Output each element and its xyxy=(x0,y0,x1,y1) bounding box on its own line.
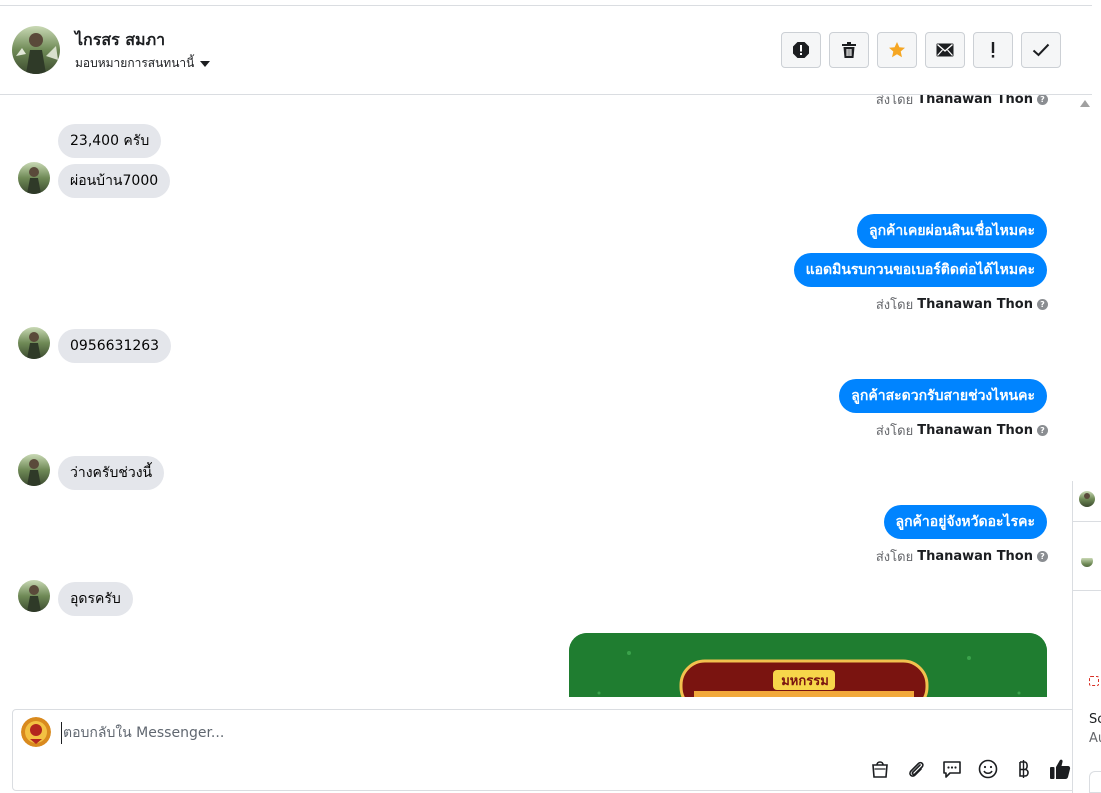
payment-button[interactable] xyxy=(1011,756,1037,782)
report-icon xyxy=(793,42,809,58)
envelope-icon xyxy=(936,43,954,57)
contact-name: ไกรสร สมภา xyxy=(75,30,166,49)
mark-unread-button[interactable] xyxy=(925,32,965,68)
side-text-1: Sc xyxy=(1089,712,1101,727)
saved-replies-button[interactable] xyxy=(939,756,965,782)
incoming-message[interactable]: อุดรครับ xyxy=(58,582,133,616)
shop-button[interactable] xyxy=(867,756,893,782)
saved-reply-icon xyxy=(943,761,961,778)
incoming-message[interactable]: 23,400 ครับ xyxy=(58,124,162,158)
baht-icon xyxy=(1019,760,1029,778)
question-icon[interactable]: ? xyxy=(1037,299,1048,310)
agent-name: Thanawan Thon xyxy=(917,423,1033,438)
bag-icon xyxy=(872,761,888,778)
contact-avatar[interactable] xyxy=(12,26,60,74)
contact-avatar-small xyxy=(18,327,50,359)
side-card-edge xyxy=(1089,771,1101,793)
side-panel-preview[interactable]: Sc Au xyxy=(1072,481,1101,793)
attach-button[interactable] xyxy=(903,756,929,782)
contact-avatar-mini xyxy=(1079,491,1095,507)
mark-done-button[interactable] xyxy=(1021,32,1061,68)
incoming-message[interactable]: ผ่อนบ้าน7000 xyxy=(58,164,171,198)
sent-by-prefix: ส่งโดย xyxy=(875,424,914,439)
reply-composer xyxy=(12,709,1082,791)
agent-name: Thanawan Thon xyxy=(917,549,1033,564)
sent-by-prefix: ส่งโดย xyxy=(875,550,914,565)
app-icon xyxy=(1089,676,1099,686)
header-actions xyxy=(781,32,1061,68)
attach-icon xyxy=(909,761,924,777)
agent-name: Thanawan Thon xyxy=(917,297,1033,312)
like-button[interactable] xyxy=(1047,756,1073,782)
question-icon[interactable]: ? xyxy=(1037,95,1048,105)
contact-avatar-small xyxy=(18,580,50,612)
page-avatar xyxy=(21,717,51,747)
image-attachment[interactable]: มหกรรม xyxy=(569,633,1047,697)
report-spam-button[interactable] xyxy=(781,32,821,68)
scroll-up-arrow-icon[interactable] xyxy=(1080,100,1090,107)
outgoing-message[interactable]: แอดมินรบกวนขอเบอร์ติดต่อได้ไหมคะ xyxy=(793,253,1047,287)
conversation-header: ไกรสร สมภา มอบหมายการสนทนานี้ xyxy=(0,6,1092,95)
important-icon xyxy=(991,42,995,58)
contact-avatar-mini xyxy=(1081,555,1093,567)
composer-tools xyxy=(867,756,1073,782)
side-text-2: Au xyxy=(1089,731,1101,746)
incoming-message[interactable]: ว่างครับช่วงนี้ xyxy=(58,456,165,490)
question-icon[interactable]: ? xyxy=(1037,425,1048,436)
thumbs-up-icon xyxy=(1050,759,1071,779)
delete-button[interactable] xyxy=(829,32,869,68)
question-icon[interactable]: ? xyxy=(1037,551,1048,562)
reply-input[interactable] xyxy=(61,722,761,744)
star-icon xyxy=(889,42,905,58)
emoji-button[interactable] xyxy=(975,756,1001,782)
sent-by-label: ส่งโดย Thanawan Thon ? xyxy=(876,420,1048,441)
message-thread[interactable]: ส่งโดย Thanawan Thon ? 23,400 ครับ ผ่อนบ… xyxy=(0,95,1070,697)
sent-by-label: ส่งโดย Thanawan Thon ? xyxy=(876,294,1048,315)
sent-by-prefix: ส่งโดย xyxy=(875,95,914,108)
image-banner-text: มหกรรม xyxy=(781,674,829,689)
mark-important-button[interactable] xyxy=(973,32,1013,68)
outgoing-message[interactable]: ลูกค้าสะดวกรับสายช่วงไหนคะ xyxy=(839,379,1047,413)
outgoing-message[interactable]: ลูกค้าเคยผ่อนสินเชื่อไหมคะ xyxy=(856,214,1047,248)
agent-name: Thanawan Thon xyxy=(917,95,1033,107)
assign-conversation-dropdown[interactable]: มอบหมายการสนทนานี้ xyxy=(75,54,211,73)
incoming-message[interactable]: 0956631263 xyxy=(58,329,172,363)
chevron-down-icon xyxy=(200,60,211,67)
trash-icon xyxy=(842,42,856,58)
sent-by-label: ส่งโดย Thanawan Thon ? xyxy=(876,95,1048,110)
contact-avatar-small xyxy=(18,454,50,486)
check-icon xyxy=(1032,43,1050,57)
star-button[interactable] xyxy=(877,32,917,68)
sent-by-label: ส่งโดย Thanawan Thon ? xyxy=(876,546,1048,567)
outgoing-message[interactable]: ลูกค้าอยู่จังหวัดอะไรคะ xyxy=(883,505,1047,539)
assign-label: มอบหมายการสนทนานี้ xyxy=(75,56,195,70)
contact-avatar-small xyxy=(18,162,50,194)
emoji-icon xyxy=(978,759,998,779)
sent-by-prefix: ส่งโดย xyxy=(875,298,914,313)
